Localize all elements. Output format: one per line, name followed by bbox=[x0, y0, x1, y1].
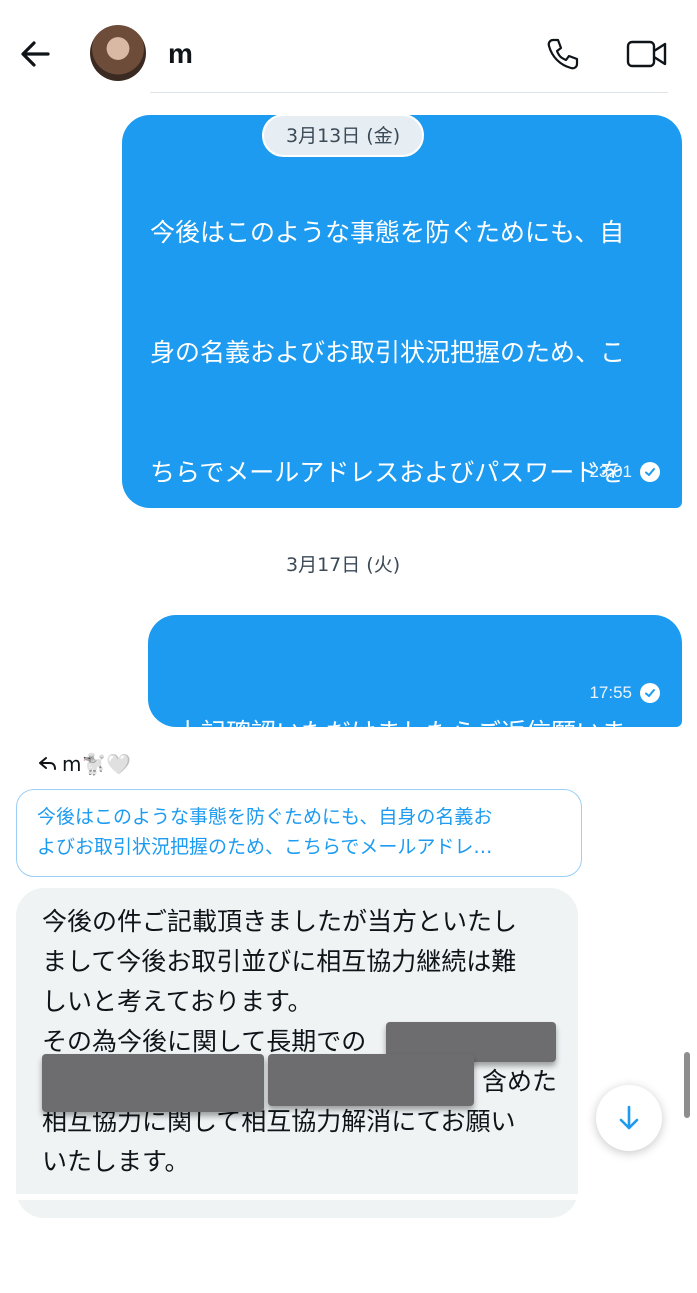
avatar[interactable] bbox=[90, 25, 146, 81]
reply-arrow-icon bbox=[39, 757, 56, 770]
call-button[interactable] bbox=[542, 34, 582, 74]
header-divider bbox=[150, 92, 668, 93]
message-meta: 17:55 bbox=[589, 673, 660, 713]
reply-context: m🐩🤍 bbox=[38, 752, 131, 776]
contact-name[interactable]: m bbox=[168, 38, 193, 70]
message-line: 身の名義およびお取引状況把握のため、こ bbox=[150, 338, 626, 367]
read-check-icon bbox=[640, 683, 660, 703]
quoted-line: 今後はこのような事態を防ぐためにも、自身の名義お bbox=[37, 806, 493, 828]
quoted-message[interactable]: 今後はこのような事態を防ぐためにも、自身の名義お よびお取引状況把握のため、こち… bbox=[16, 789, 582, 877]
message-bubble-incoming[interactable]: 今後の件ご記載頂きましたが当方といたし まして今後お取引並びに相互協力継続は難 … bbox=[16, 888, 578, 1218]
scrollbar[interactable] bbox=[684, 1052, 690, 1118]
message-timestamp: 17:55 bbox=[589, 683, 632, 702]
message-line: いたします。 bbox=[42, 1147, 190, 1176]
message-line: まして今後お取引並びに相互協力継続は難 bbox=[42, 947, 517, 976]
message-line: 上記確認いただけましたらご返信願いま bbox=[176, 718, 627, 747]
message-bubble-outgoing[interactable]: 今後はこのような事態を防ぐためにも、自 身の名義およびお取引状況把握のため、こ … bbox=[122, 115, 682, 1207]
date-chip-floating: 3月13日 (金) bbox=[262, 114, 425, 157]
read-check-icon bbox=[640, 462, 660, 482]
conversation-header: m bbox=[0, 0, 697, 96]
reply-author: m🐩🤍 bbox=[62, 752, 132, 776]
date-separator: 3月17日 (火) bbox=[286, 554, 401, 576]
redaction-box bbox=[268, 1054, 474, 1106]
arrow-left-icon bbox=[21, 41, 50, 67]
message-timestamp: 23:01 bbox=[589, 462, 632, 481]
back-button[interactable] bbox=[18, 36, 54, 72]
message-line: 今後はこのような事態を防ぐためにも、自 bbox=[150, 218, 625, 247]
message-meta: 23:01 bbox=[589, 452, 660, 492]
phone-icon bbox=[547, 38, 579, 70]
message-line: しいと考えております。 bbox=[42, 987, 313, 1016]
bottom-edge bbox=[0, 1194, 697, 1200]
arrow-down-icon bbox=[619, 1105, 639, 1130]
redaction-box bbox=[42, 1054, 264, 1112]
video-call-button[interactable] bbox=[625, 36, 669, 72]
message-bubble-outgoing[interactable]: 上記確認いただけましたらご返信願いま す。 17:55 bbox=[148, 615, 682, 867]
message-line: 今後の件ご記載頂きましたが当方といたし bbox=[42, 907, 518, 936]
video-camera-icon bbox=[626, 40, 667, 68]
scroll-to-bottom-button[interactable] bbox=[596, 1085, 662, 1151]
message-line: ちらでメールアドレスおよびパスワードを bbox=[150, 458, 625, 487]
message-line: 管理し bbox=[150, 578, 226, 607]
quoted-line: よびお取引状況把握のため、こちらでメールアドレ… bbox=[37, 836, 493, 858]
